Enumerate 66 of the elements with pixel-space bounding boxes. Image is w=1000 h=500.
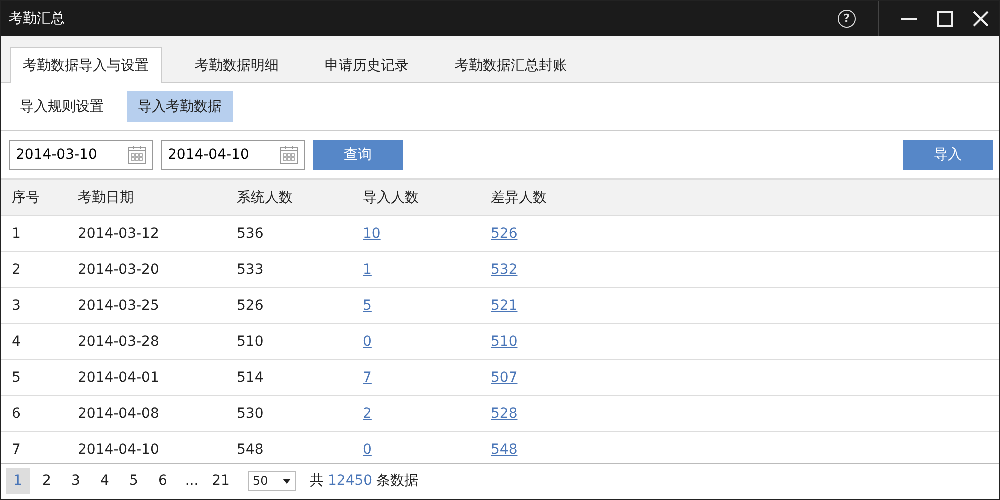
page-button[interactable]: 4 [93,468,117,494]
window-title: 考勤汇总 [9,10,66,28]
tab[interactable]: 申请历史记录 [312,48,422,83]
column-header: 序号 [12,188,41,206]
table-cell-text: 1 [12,226,22,242]
page-size-dropdown[interactable]: 50 [248,471,296,491]
count-link[interactable]: 1 [363,262,372,278]
total-label: 共 [310,472,324,490]
subtab[interactable]: 导入考勤数据 [127,91,233,122]
count-link[interactable]: 507 [491,370,518,386]
count-link[interactable]: 2 [363,406,372,422]
table-cell-text: 533 [237,262,265,278]
table-cell-text: 2014-03-20 [78,262,160,278]
table-cell-text: 2 [12,262,22,278]
count-link[interactable]: 548 [491,442,518,458]
subtab[interactable]: 导入规则设置 [9,91,115,122]
page-button[interactable]: 3 [64,468,88,494]
table-cell-text: 2014-04-08 [78,406,160,422]
page-button[interactable]: 21 [209,468,233,494]
total-label: 条数据 [376,472,419,490]
count-link[interactable]: 10 [363,226,381,242]
count-link[interactable]: 0 [363,334,372,350]
table-cell-text: 526 [237,298,265,314]
table-cell-text: 530 [237,406,265,422]
count-link[interactable]: 528 [491,406,518,422]
table-cell-text: 3 [12,298,22,314]
page-button[interactable]: ... [180,468,204,494]
table-cell-text: 514 [237,370,265,386]
caret-icon [283,478,291,484]
calendar-icon[interactable] [127,144,147,164]
table-cell-text: 5 [12,370,22,386]
end-date-field[interactable]: 2014-04-10 [161,140,305,170]
page-button[interactable]: 6 [151,468,175,494]
count-link[interactable]: 526 [491,226,518,242]
column-header: 系统人数 [237,188,294,206]
table-cell-text: 2014-04-01 [78,370,160,386]
column-header: 差异人数 [491,188,548,206]
tab[interactable]: 考勤数据汇总封账 [442,48,580,83]
table-cell-text: 510 [237,334,265,350]
table-cell-text: 2014-03-25 [78,298,160,314]
import-button[interactable]: 导入 [903,140,993,170]
table-cell-text: 7 [12,442,22,458]
page-button[interactable]: 2 [35,468,59,494]
tab[interactable]: 考勤数据导入与设置 [10,47,162,83]
table-cell-text: 4 [12,334,22,350]
calendar-icon[interactable] [279,144,299,164]
column-header: 考勤日期 [78,188,135,206]
table-cell-text: 548 [237,442,265,458]
tab[interactable]: 考勤数据明细 [182,48,292,83]
count-link[interactable]: 521 [491,298,518,314]
column-header: 导入人数 [363,188,420,206]
table-cell-text: 2014-04-10 [78,442,160,458]
count-link[interactable]: 510 [491,334,518,350]
count-link[interactable]: 532 [491,262,518,278]
page-button[interactable]: 5 [122,468,146,494]
count-link[interactable]: 7 [363,370,372,386]
count-link[interactable]: 5 [363,298,372,314]
total-count: 12450 [328,473,373,489]
help-button[interactable]: ? [838,10,856,28]
table-cell-text: 6 [12,406,22,422]
table-cell-text: 2014-03-12 [78,226,160,242]
table-cell-text: 536 [237,226,265,242]
query-button[interactable]: 查询 [313,140,403,170]
start-date-field[interactable]: 2014-03-10 [9,140,153,170]
table-cell-text: 2014-03-28 [78,334,160,350]
count-link[interactable]: 0 [363,442,372,458]
